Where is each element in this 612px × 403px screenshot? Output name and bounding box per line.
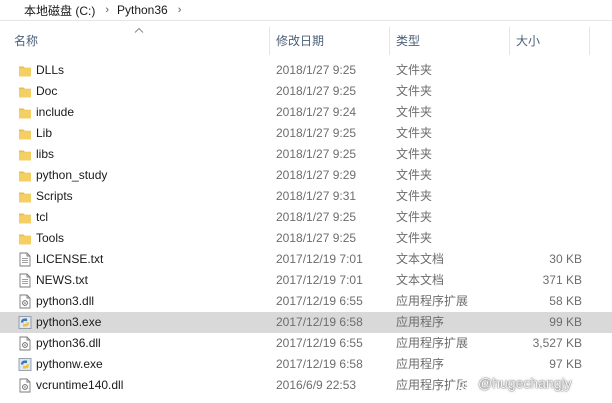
text-file-icon bbox=[18, 252, 32, 267]
file-type: 文本文档 bbox=[396, 273, 445, 287]
file-modified-date: 2018/1/27 9:25 bbox=[276, 147, 357, 161]
file-modified-date: 2017/12/19 7:01 bbox=[276, 273, 363, 287]
file-row[interactable]: python36.dll 2017/12/19 6:55 应用程序扩展 3,527 K… bbox=[0, 333, 612, 354]
file-size: 30 KB bbox=[549, 252, 582, 266]
file-type: 文件夹 bbox=[396, 189, 433, 203]
file-row[interactable]: tcl 2018/1/27 9:25 文件夹 bbox=[0, 207, 612, 228]
breadcrumb-item-folder[interactable]: Python36 bbox=[115, 3, 170, 17]
file-type: 文件夹 bbox=[396, 105, 433, 119]
breadcrumb-item-drive[interactable]: 本地磁盘 (C:) bbox=[22, 2, 97, 19]
file-modified-date: 2017/12/19 7:01 bbox=[276, 252, 363, 266]
file-row[interactable]: python3.exe 2017/12/19 6:58 应用程序 99 KB bbox=[0, 312, 612, 333]
file-name: vcruntime140.dll bbox=[36, 378, 124, 392]
column-header-type[interactable]: 类型 bbox=[390, 27, 510, 55]
file-row[interactable]: libs 2018/1/27 9:25 文件夹 bbox=[0, 144, 612, 165]
python-exe-icon bbox=[18, 315, 32, 330]
file-list: DLLs 2018/1/27 9:25 文件夹 Doc 2018/1/27 9:25 文件… bbox=[0, 60, 612, 396]
file-size: 58 KB bbox=[549, 294, 582, 308]
file-modified-date: 2018/1/27 9:25 bbox=[276, 210, 357, 224]
file-name: Tools bbox=[36, 231, 65, 245]
file-type: 文本文档 bbox=[396, 252, 445, 266]
dll-file-icon bbox=[18, 378, 32, 393]
file-modified-date: 2018/1/27 9:24 bbox=[276, 105, 357, 119]
file-modified-date: 2017/12/19 6:55 bbox=[276, 294, 363, 308]
chevron-right-icon[interactable]: › bbox=[170, 4, 188, 16]
file-row[interactable]: python3.dll 2017/12/19 6:55 应用程序扩展 58 KB bbox=[0, 291, 612, 312]
file-type: 文件夹 bbox=[396, 210, 433, 224]
file-modified-date: 2016/6/9 22:53 bbox=[276, 378, 357, 392]
file-type: 文件夹 bbox=[396, 168, 433, 182]
file-size: 371 KB bbox=[542, 273, 582, 287]
file-type: 应用程序扩展 bbox=[396, 294, 469, 308]
file-type: 文件夹 bbox=[396, 63, 433, 77]
file-type: 应用程序 bbox=[396, 357, 445, 371]
file-modified-date: 2018/1/27 9:29 bbox=[276, 168, 357, 182]
file-row[interactable]: Tools 2018/1/27 9:25 文件夹 bbox=[0, 228, 612, 249]
folder-icon bbox=[18, 168, 32, 183]
file-name: tcl bbox=[36, 210, 48, 224]
file-type: 应用程序 bbox=[396, 315, 445, 329]
column-header-row: 名称 修改日期 类型 大小 bbox=[0, 27, 612, 55]
file-name: python_study bbox=[36, 168, 108, 182]
column-header-date[interactable]: 修改日期 bbox=[270, 27, 390, 55]
watermark-text: @hugechangjy bbox=[478, 375, 572, 391]
file-type: 文件夹 bbox=[396, 84, 433, 98]
file-modified-date: 2018/1/27 9:31 bbox=[276, 189, 357, 203]
file-type: 文件夹 bbox=[396, 147, 433, 161]
file-name: pythonw.exe bbox=[36, 357, 103, 371]
folder-icon bbox=[18, 210, 32, 225]
file-row[interactable]: Doc 2018/1/27 9:25 文件夹 bbox=[0, 81, 612, 102]
text-file-icon bbox=[18, 273, 32, 288]
breadcrumb: 本地磁盘 (C:) › Python36 › bbox=[0, 0, 612, 21]
file-name: LICENSE.txt bbox=[36, 252, 104, 266]
file-modified-date: 2018/1/27 9:25 bbox=[276, 63, 357, 77]
file-row[interactable]: include 2018/1/27 9:24 文件夹 bbox=[0, 102, 612, 123]
folder-icon bbox=[18, 126, 32, 141]
file-row[interactable]: DLLs 2018/1/27 9:25 文件夹 bbox=[0, 60, 612, 81]
file-size: 99 KB bbox=[549, 315, 582, 329]
weibo-logo-icon bbox=[458, 376, 475, 391]
file-row[interactable]: Scripts 2018/1/27 9:31 文件夹 bbox=[0, 186, 612, 207]
folder-icon bbox=[18, 189, 32, 204]
file-modified-date: 2018/1/27 9:25 bbox=[276, 84, 357, 98]
file-row[interactable]: NEWS.txt 2017/12/19 7:01 文本文档 371 KB bbox=[0, 270, 612, 291]
sort-ascending-icon bbox=[134, 27, 144, 33]
watermark: @hugechangjy bbox=[458, 372, 572, 394]
file-name: include bbox=[36, 105, 75, 119]
file-name: libs bbox=[36, 147, 55, 161]
file-name: Lib bbox=[36, 126, 53, 140]
file-name: python36.dll bbox=[36, 336, 101, 350]
file-explorer-window: 本地磁盘 (C:) › Python36 › 名称 修改日期 类型 大小 DLL… bbox=[0, 0, 612, 403]
file-name: DLLs bbox=[36, 63, 65, 77]
file-name: Scripts bbox=[36, 189, 73, 203]
folder-icon bbox=[18, 63, 32, 78]
file-type: 文件夹 bbox=[396, 231, 433, 245]
column-header-size[interactable]: 大小 bbox=[510, 27, 590, 55]
file-modified-date: 2017/12/19 6:58 bbox=[276, 357, 363, 371]
file-modified-date: 2018/1/27 9:25 bbox=[276, 126, 357, 140]
folder-icon bbox=[18, 147, 32, 162]
file-type: 文件夹 bbox=[396, 126, 433, 140]
dll-file-icon bbox=[18, 336, 32, 351]
folder-icon bbox=[18, 84, 32, 99]
file-row[interactable]: Lib 2018/1/27 9:25 文件夹 bbox=[0, 123, 612, 144]
file-type: 应用程序扩展 bbox=[396, 336, 469, 350]
dll-file-icon bbox=[18, 294, 32, 309]
chevron-right-icon[interactable]: › bbox=[97, 4, 115, 16]
file-row[interactable]: python_study 2018/1/27 9:29 文件夹 bbox=[0, 165, 612, 186]
file-row[interactable]: LICENSE.txt 2017/12/19 7:01 文本文档 30 KB bbox=[0, 249, 612, 270]
file-modified-date: 2017/12/19 6:58 bbox=[276, 315, 363, 329]
file-name: Doc bbox=[36, 84, 58, 98]
file-size: 3,527 KB bbox=[532, 336, 582, 350]
file-modified-date: 2018/1/27 9:25 bbox=[276, 231, 357, 245]
file-name: NEWS.txt bbox=[36, 273, 89, 287]
python-exe-icon bbox=[18, 357, 32, 372]
folder-icon bbox=[18, 231, 32, 246]
file-name: python3.dll bbox=[36, 294, 95, 308]
folder-icon bbox=[18, 105, 32, 120]
file-modified-date: 2017/12/19 6:55 bbox=[276, 336, 363, 350]
file-name: python3.exe bbox=[36, 315, 102, 329]
